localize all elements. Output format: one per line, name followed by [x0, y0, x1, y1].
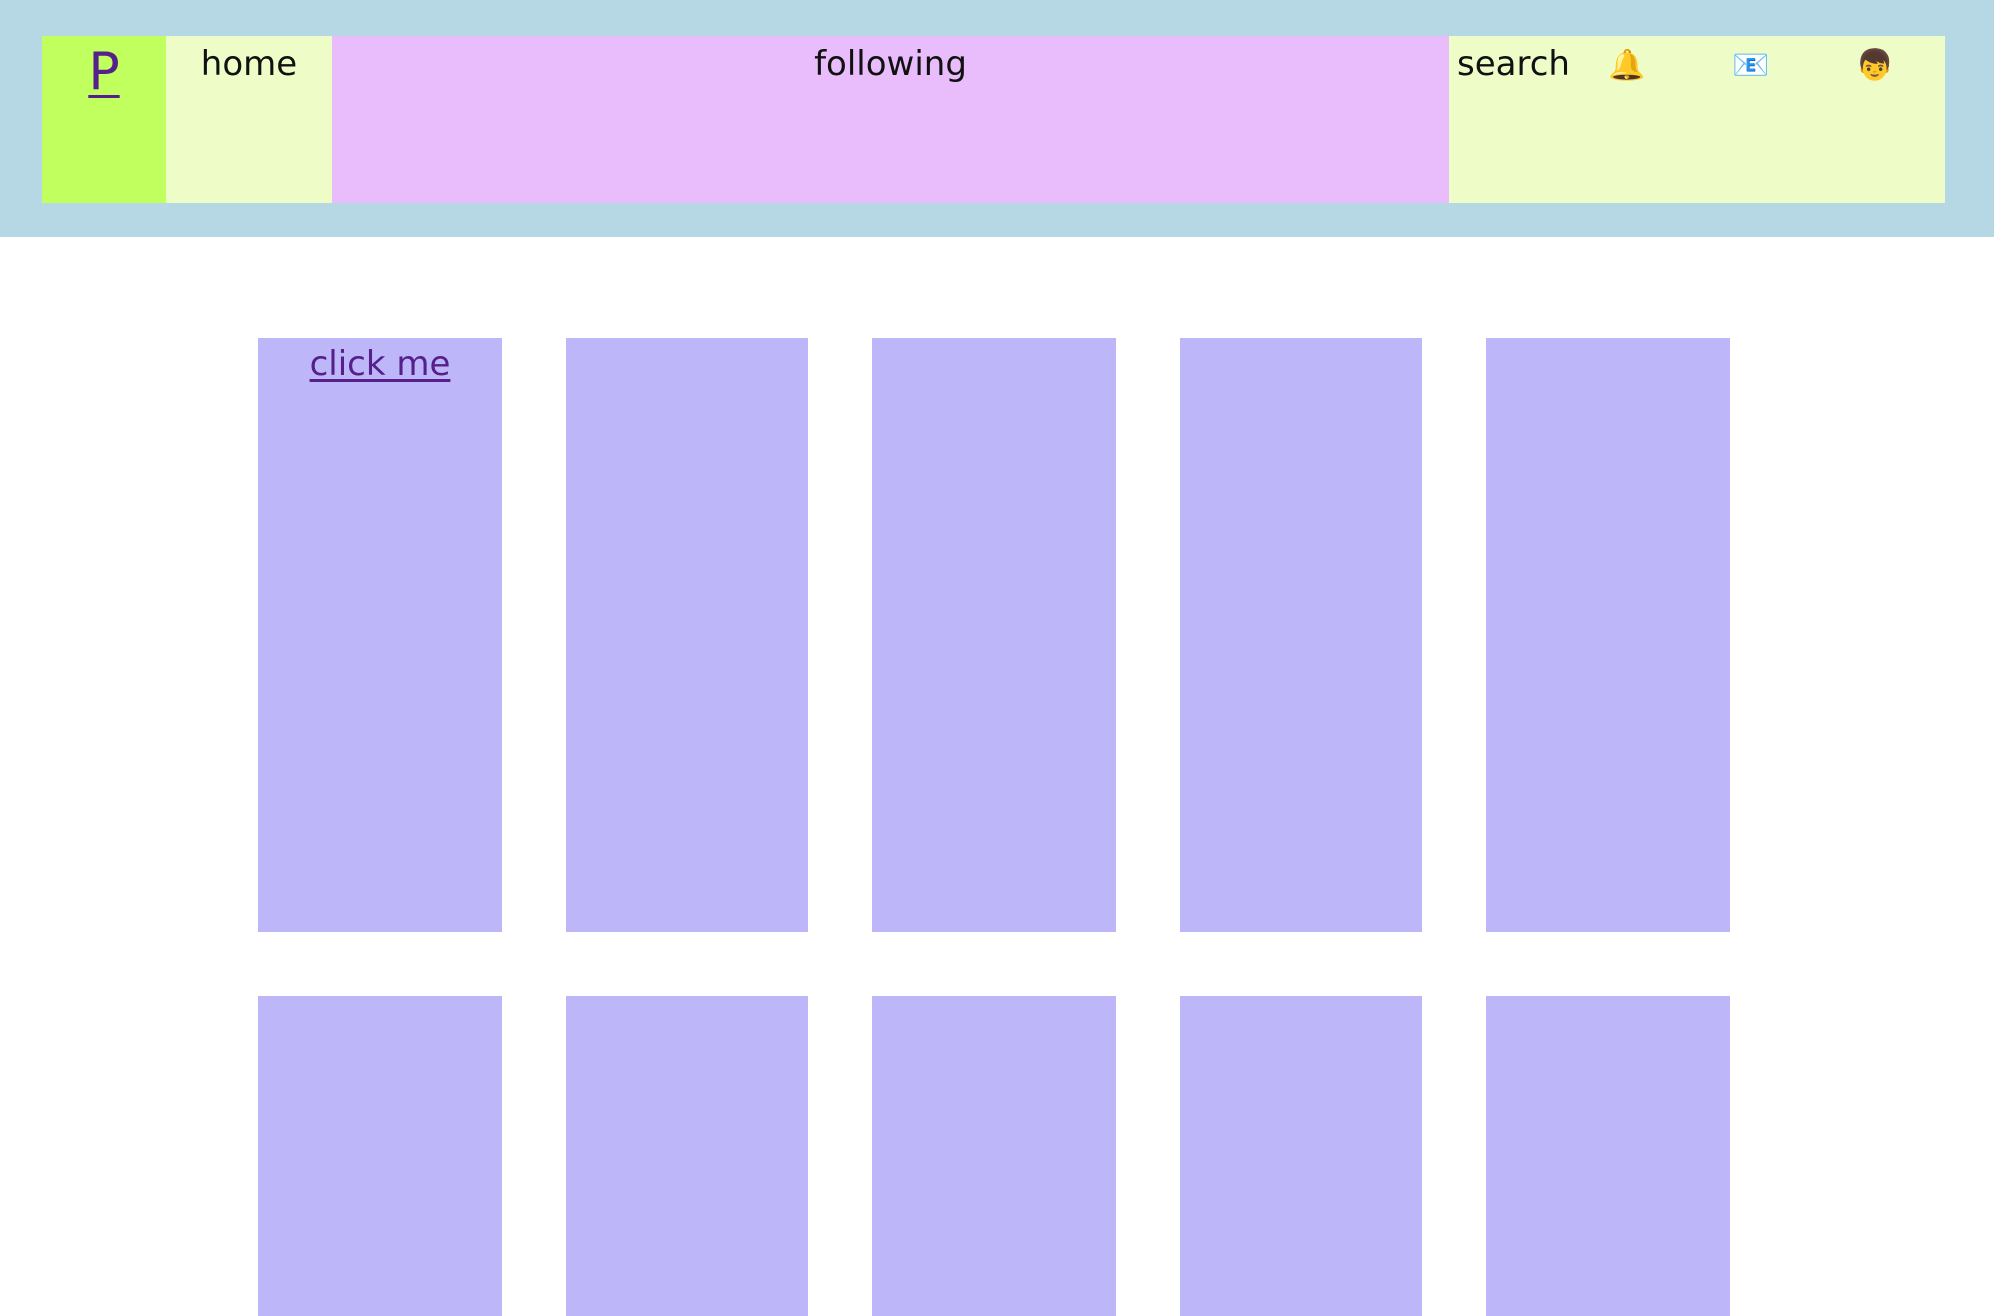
card-r2-c5[interactable]	[1486, 996, 1730, 1316]
nav-search[interactable]: search	[1457, 42, 1570, 86]
nav-following-label[interactable]: following	[814, 42, 967, 86]
card-r2-c4[interactable]	[1180, 996, 1422, 1316]
card-r1-c4[interactable]	[1180, 338, 1422, 932]
card-r2-c1[interactable]	[258, 996, 502, 1316]
logo-cell: P	[42, 36, 166, 203]
bell-icon[interactable]: 🔔	[1605, 44, 1649, 88]
envelope-icon[interactable]: 📧	[1729, 44, 1773, 88]
card-r2-c3[interactable]	[872, 996, 1116, 1316]
top-header: P home following search 🔔 📧 👦	[0, 0, 1994, 237]
nav-home[interactable]: home	[166, 36, 332, 203]
card-r2-c2[interactable]	[566, 996, 808, 1316]
card-r1-c2[interactable]	[566, 338, 808, 932]
card-r1-c1[interactable]: click me	[258, 338, 502, 932]
logo-link[interactable]: P	[88, 43, 119, 101]
nav-home-label[interactable]: home	[201, 42, 297, 86]
card-r1-c5[interactable]	[1486, 338, 1730, 932]
profile-avatar-icon[interactable]: 👦	[1853, 44, 1897, 88]
nav-right-group: search 🔔 📧 👦	[1449, 36, 1945, 203]
click-me-link[interactable]: click me	[310, 342, 451, 386]
top-nav: P home following search 🔔 📧 👦	[42, 36, 1945, 203]
nav-following[interactable]: following	[332, 36, 1449, 203]
card-r1-c3[interactable]	[872, 338, 1116, 932]
